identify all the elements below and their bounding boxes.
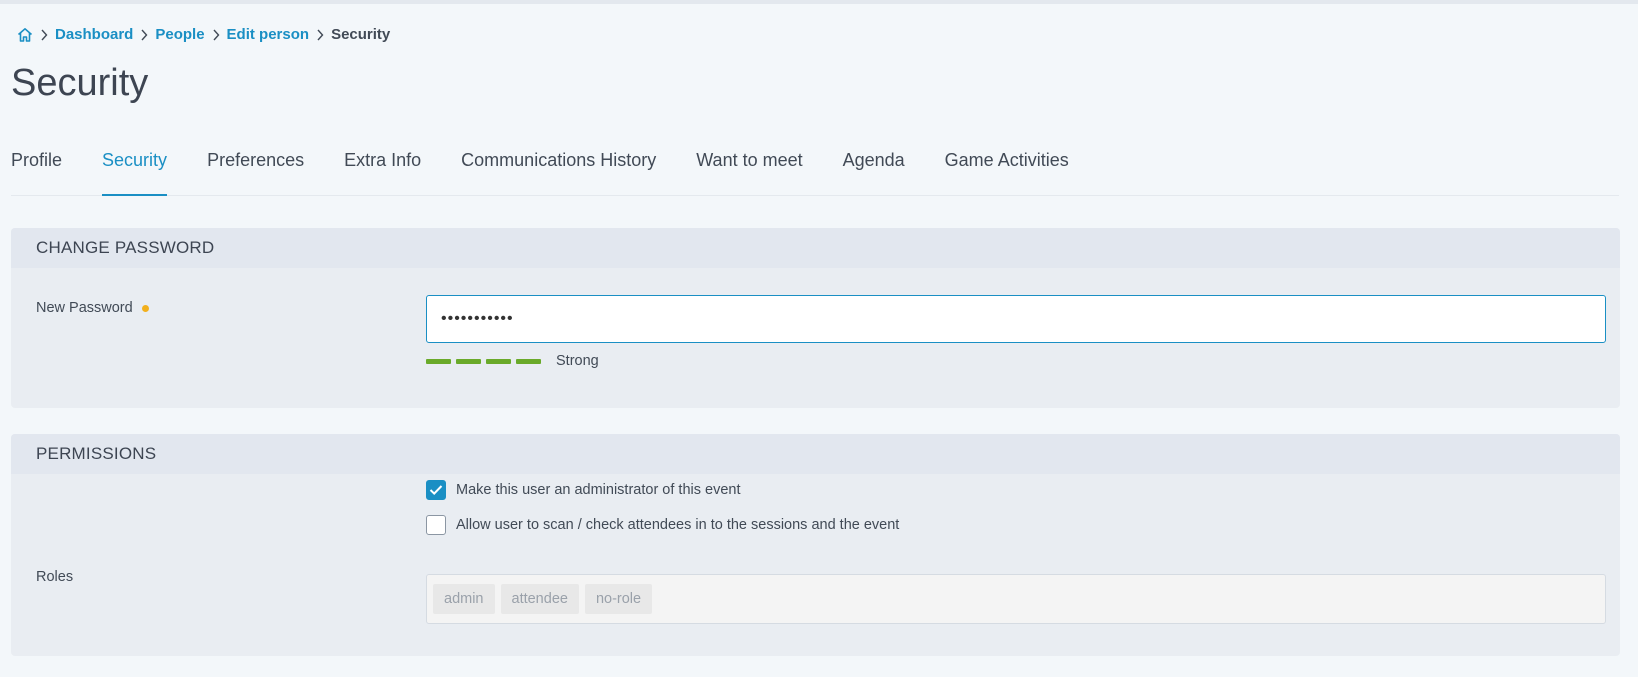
role-tag-admin[interactable]: admin: [433, 584, 495, 614]
permissions-card: PERMISSIONS Make this user an administra…: [11, 434, 1620, 656]
tab-want-to-meet[interactable]: Want to meet: [696, 146, 802, 196]
strength-label: Strong: [556, 353, 599, 369]
tab-extra-info[interactable]: Extra Info: [344, 146, 421, 196]
admin-checkbox-row[interactable]: Make this user an administrator of this …: [426, 480, 741, 500]
strength-segment: [516, 358, 541, 364]
tab-agenda[interactable]: Agenda: [843, 146, 905, 196]
role-tag-attendee[interactable]: attendee: [500, 584, 579, 614]
new-password-label-row: New Password: [36, 300, 149, 316]
admin-checkbox[interactable]: [426, 480, 446, 500]
password-strength-meter: Strong: [426, 353, 599, 369]
new-password-label: New Password: [36, 300, 133, 316]
scan-checkbox-label: Allow user to scan / check attendees in …: [456, 517, 900, 533]
chevron-right-icon: [316, 29, 324, 41]
chevron-right-icon: [40, 29, 48, 41]
scan-checkbox[interactable]: [426, 515, 446, 535]
role-tag-no-role[interactable]: no-role: [584, 584, 653, 614]
chevron-right-icon: [212, 29, 220, 41]
strength-segment: [426, 358, 451, 364]
tab-preferences[interactable]: Preferences: [207, 146, 304, 196]
tab-game-activities[interactable]: Game Activities: [945, 146, 1069, 196]
strength-segment: [456, 358, 481, 364]
tab-profile[interactable]: Profile: [11, 146, 62, 196]
home-icon[interactable]: [17, 27, 33, 43]
breadcrumb: Dashboard People Edit person Security: [17, 26, 390, 43]
breadcrumb-people[interactable]: People: [155, 26, 204, 43]
tab-communications-history[interactable]: Communications History: [461, 146, 656, 196]
checkmark-icon: [429, 485, 443, 496]
change-password-card: CHANGE PASSWORD New Password Strong: [11, 228, 1620, 408]
roles-label: Roles: [36, 569, 74, 585]
breadcrumb-dashboard[interactable]: Dashboard: [55, 26, 133, 43]
top-bar: [0, 0, 1638, 4]
page-title: Security: [11, 62, 149, 104]
tab-security[interactable]: Security: [102, 146, 168, 196]
permissions-header: PERMISSIONS: [11, 434, 1620, 474]
chevron-right-icon: [140, 29, 148, 41]
breadcrumb-edit-person[interactable]: Edit person: [227, 26, 310, 43]
required-indicator-icon: [141, 304, 149, 312]
tab-bar: Profile Security Preferences Extra Info …: [11, 146, 1619, 196]
roles-field[interactable]: admin attendee no-role: [426, 574, 1606, 624]
change-password-header: CHANGE PASSWORD: [11, 228, 1620, 268]
strength-segment: [486, 358, 511, 364]
breadcrumb-current: Security: [331, 26, 391, 43]
scan-checkbox-row[interactable]: Allow user to scan / check attendees in …: [426, 515, 899, 535]
new-password-input[interactable]: [426, 295, 1606, 343]
admin-checkbox-label: Make this user an administrator of this …: [456, 482, 741, 498]
